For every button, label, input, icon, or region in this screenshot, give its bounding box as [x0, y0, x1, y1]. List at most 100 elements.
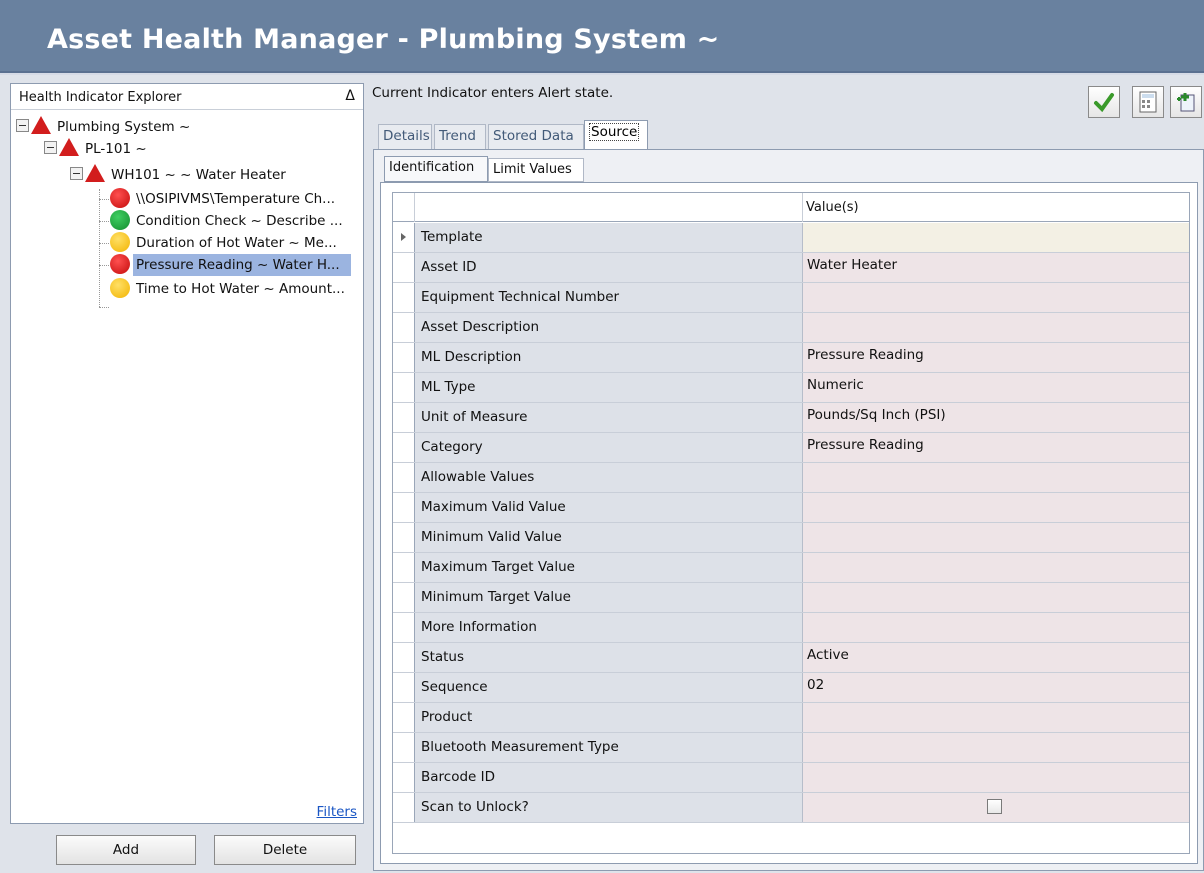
explorer-title: Health Indicator Explorer [19, 90, 182, 105]
table-row[interactable]: More Information [393, 613, 1189, 643]
table-row[interactable]: Asset Description [393, 313, 1189, 343]
table-row[interactable]: Minimum Target Value [393, 583, 1189, 613]
field-value-cell[interactable] [803, 283, 1189, 312]
row-selector[interactable] [393, 643, 415, 672]
add-button[interactable]: Add [56, 835, 196, 865]
table-row[interactable]: Product [393, 703, 1189, 733]
field-value-cell[interactable] [803, 313, 1189, 342]
field-name-cell: Category [415, 433, 803, 462]
field-value-cell[interactable]: Water Heater [803, 253, 1189, 282]
table-row[interactable]: Maximum Target Value [393, 553, 1189, 583]
field-value-cell[interactable] [803, 523, 1189, 552]
red-status-icon [110, 254, 130, 274]
table-row[interactable]: Bluetooth Measurement Type [393, 733, 1189, 763]
table-row[interactable]: ML Description Pressure Reading [393, 343, 1189, 373]
row-selector[interactable] [393, 613, 415, 642]
row-selector[interactable] [393, 283, 415, 312]
row-selector[interactable] [393, 223, 415, 252]
tree-node-indicator[interactable]: Time to Hot Water ~ Amount... [110, 278, 348, 300]
field-value-cell[interactable] [803, 583, 1189, 612]
tree-node-plumbing-system[interactable]: Plumbing System ~ [16, 116, 193, 138]
collapse-expander-icon[interactable] [44, 141, 57, 154]
table-row[interactable]: Maximum Valid Value [393, 493, 1189, 523]
add-document-button[interactable] [1170, 86, 1202, 118]
row-selector[interactable] [393, 733, 415, 762]
collapse-expander-icon[interactable] [70, 167, 83, 180]
field-name-cell: Allowable Values [415, 463, 803, 492]
tab-stored-data[interactable]: Stored Data [488, 124, 584, 149]
alert-message: Current Indicator enters Alert state. [372, 85, 614, 101]
tree-node-wh101[interactable]: WH101 ~ ~ Water Heater [70, 164, 289, 186]
tree-node-indicator-selected[interactable]: Pressure Reading ~ Water H... [110, 254, 351, 276]
field-value-cell[interactable]: Pounds/Sq Inch (PSI) [803, 403, 1189, 432]
row-selector[interactable] [393, 313, 415, 342]
row-selector[interactable] [393, 793, 415, 822]
tree-node-indicator[interactable]: Condition Check ~ Describe ... [110, 210, 346, 232]
subtab-limit-values[interactable]: Limit Values [488, 158, 584, 182]
row-selector[interactable] [393, 403, 415, 432]
field-value-cell[interactable]: Numeric [803, 373, 1189, 402]
table-row[interactable]: ML Type Numeric [393, 373, 1189, 403]
field-name-cell: More Information [415, 613, 803, 642]
row-selector[interactable] [393, 463, 415, 492]
collapse-expander-icon[interactable] [16, 119, 29, 132]
app-titlebar: Asset Health Manager - Plumbing System ~ [0, 0, 1204, 73]
row-selector[interactable] [393, 763, 415, 792]
field-name-cell: Template [415, 223, 803, 252]
add-document-icon [1177, 93, 1195, 112]
table-row[interactable]: Sequence 02 [393, 673, 1189, 703]
field-value-cell[interactable] [803, 223, 1189, 252]
field-value-cell[interactable] [803, 553, 1189, 582]
field-value-cell[interactable]: Active [803, 643, 1189, 672]
field-value-cell[interactable] [803, 733, 1189, 762]
table-row[interactable]: Barcode ID [393, 763, 1189, 793]
table-row[interactable]: Allowable Values [393, 463, 1189, 493]
field-value-cell[interactable]: Pressure Reading [803, 343, 1189, 372]
row-selector[interactable] [393, 673, 415, 702]
row-selector[interactable] [393, 553, 415, 582]
checkmark-button[interactable] [1088, 86, 1120, 118]
row-selector[interactable] [393, 583, 415, 612]
field-value-cell[interactable] [803, 763, 1189, 792]
yellow-status-icon [110, 278, 130, 298]
app-title: Asset Health Manager - Plumbing System ~ [47, 24, 720, 55]
field-value-cell[interactable] [803, 463, 1189, 492]
row-selector[interactable] [393, 373, 415, 402]
calculator-button[interactable] [1132, 86, 1164, 118]
table-row[interactable]: Unit of Measure Pounds/Sq Inch (PSI) [393, 403, 1189, 433]
field-name-cell: Barcode ID [415, 763, 803, 792]
filters-link[interactable]: Filters [317, 804, 357, 820]
row-selector[interactable] [393, 343, 415, 372]
tree-node-indicator[interactable]: \\OSIPIVMS\Temperature Ch... [110, 188, 338, 210]
row-selector[interactable] [393, 433, 415, 462]
table-row[interactable]: Minimum Valid Value [393, 523, 1189, 553]
field-value-cell[interactable] [803, 703, 1189, 732]
row-selector[interactable] [393, 493, 415, 522]
tab-details[interactable]: Details [378, 124, 432, 149]
tab-source[interactable]: Source [584, 120, 648, 150]
row-selector[interactable] [393, 253, 415, 282]
row-selector[interactable] [393, 523, 415, 552]
field-value-cell[interactable] [803, 793, 1189, 822]
field-value-cell[interactable]: Pressure Reading [803, 433, 1189, 462]
tab-trend[interactable]: Trend [434, 124, 486, 149]
field-value-cell[interactable] [803, 493, 1189, 522]
tree-node-indicator[interactable]: Duration of Hot Water ~ Me... [110, 232, 340, 254]
table-row[interactable]: Status Active [393, 643, 1189, 673]
table-row[interactable]: Template [393, 223, 1189, 253]
tree-node-pl-101[interactable]: PL-101 ~ [44, 138, 150, 160]
subtab-identification[interactable]: Identification [384, 156, 488, 182]
table-row[interactable]: Scan to Unlock? [393, 793, 1189, 823]
field-name-cell: Asset ID [415, 253, 803, 282]
table-row[interactable]: Category Pressure Reading [393, 433, 1189, 463]
field-value-cell[interactable]: 02 [803, 673, 1189, 702]
table-row[interactable]: Equipment Technical Number [393, 283, 1189, 313]
delete-button[interactable]: Delete [214, 835, 356, 865]
field-value-cell[interactable] [803, 613, 1189, 642]
table-row[interactable]: Asset ID Water Heater [393, 253, 1189, 283]
values-column-header: Value(s) [806, 200, 859, 215]
scan-to-unlock-checkbox[interactable] [987, 799, 1002, 814]
row-selector[interactable] [393, 703, 415, 732]
collapse-icon[interactable]: Δ [345, 88, 355, 104]
tree-line [99, 221, 109, 222]
